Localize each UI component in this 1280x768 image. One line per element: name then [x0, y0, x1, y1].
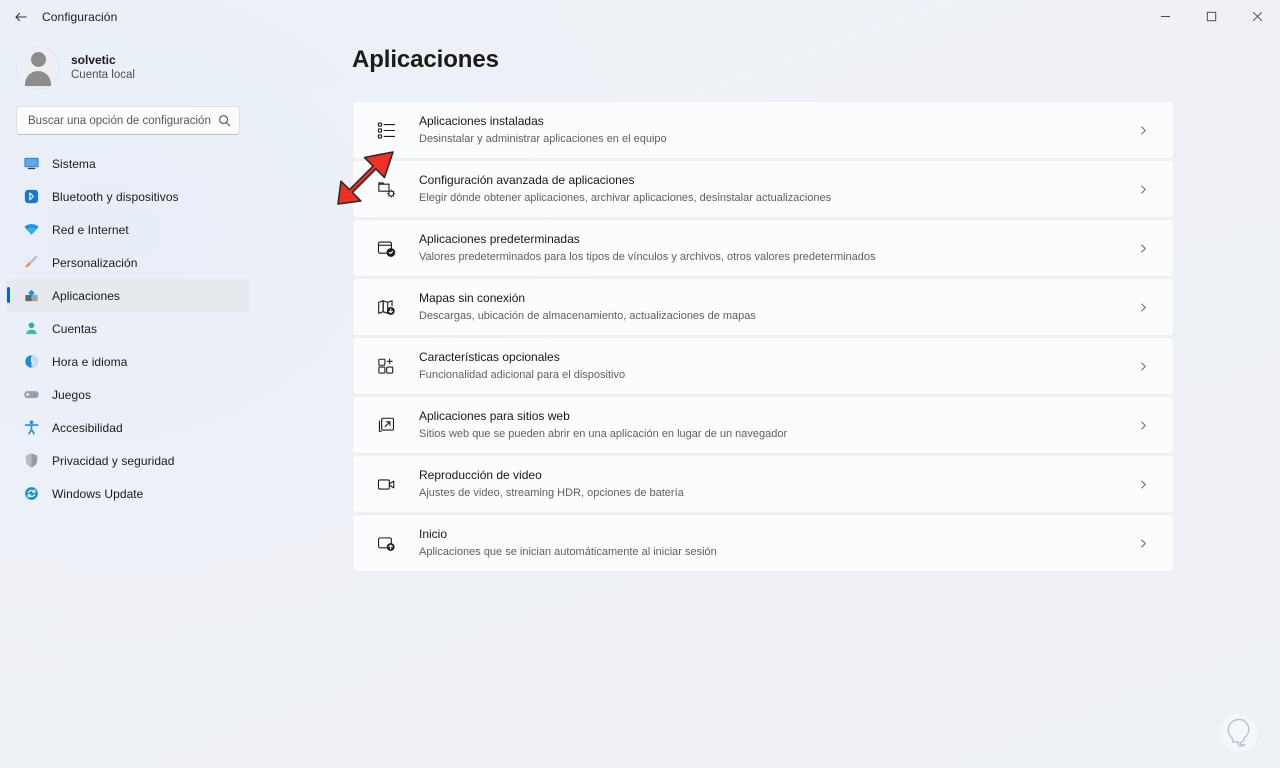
chevron-right-icon [1133, 179, 1153, 199]
sidebar-item-label: Personalización [52, 255, 138, 270]
sidebar-item-windows-update[interactable]: Windows Update [6, 477, 250, 510]
window-controls [1142, 0, 1280, 33]
avatar [16, 46, 60, 90]
default-apps-check-icon [375, 237, 397, 259]
close-icon [1252, 11, 1263, 22]
sidebar-item-accesibilidad[interactable]: Accesibilidad [6, 411, 250, 444]
settings-row-offline-maps[interactable]: Mapas sin conexión Descargas, ubicación … [352, 278, 1174, 336]
account-summary[interactable]: solvetic Cuenta local [0, 40, 256, 96]
search-icon[interactable] [218, 114, 231, 127]
sidebar-item-label: Bluetooth y dispositivos [52, 189, 179, 204]
sidebar-item-label: Red e Internet [52, 222, 129, 237]
sidebar-item-personalizacion[interactable]: Personalización [6, 246, 250, 279]
solvetic-lightbulb-logo [1216, 710, 1262, 756]
time-language-clock-icon [22, 353, 40, 371]
account-name: solvetic [71, 52, 116, 67]
settings-row-default-apps[interactable]: Aplicaciones predeterminadas Valores pre… [352, 219, 1174, 277]
row-title: Reproducción de video [419, 468, 542, 483]
row-title: Aplicaciones predeterminadas [419, 232, 580, 247]
offline-maps-icon [375, 296, 397, 318]
chevron-right-icon [1133, 297, 1153, 317]
settings-row-apps-for-websites[interactable]: Aplicaciones para sitios web Sitios web … [352, 396, 1174, 454]
sidebar-item-juegos[interactable]: Juegos [6, 378, 250, 411]
sidebar-item-hora-e-idioma[interactable]: Hora e idioma [6, 345, 250, 378]
advanced-app-settings-gear-icon [375, 178, 397, 200]
sidebar-item-label: Sistema [52, 156, 96, 171]
row-subtitle: Aplicaciones que se inician automáticame… [419, 545, 717, 558]
search-box[interactable] [16, 106, 240, 135]
chevron-right-icon [1133, 238, 1153, 258]
close-button[interactable] [1234, 0, 1280, 33]
accessibility-person-icon [22, 419, 40, 437]
gaming-controller-icon [22, 386, 40, 404]
sidebar-item-label: Privacidad y seguridad [52, 453, 175, 468]
maximize-button[interactable] [1188, 0, 1234, 33]
sidebar-item-red-e-internet[interactable]: Red e Internet [6, 213, 250, 246]
sidebar: solvetic Cuenta local Buscar una opción … [0, 33, 256, 768]
sidebar-item-label: Juegos [52, 387, 91, 402]
row-title: Aplicaciones para sitios web [419, 409, 570, 424]
account-subtitle: Cuenta local [71, 69, 135, 82]
optional-features-plus-icon [375, 355, 397, 377]
row-subtitle: Valores predeterminados para los tipos d… [419, 250, 876, 263]
settings-row-installed-apps[interactable]: Aplicaciones instaladas Desinstalar y ad… [352, 101, 1174, 159]
settings-row-optional-features[interactable]: Características opcionales Funcionalidad… [352, 337, 1174, 395]
video-playback-camera-icon [375, 473, 397, 495]
row-title: Aplicaciones instaladas [419, 114, 544, 129]
window-title: Configuración [42, 9, 118, 24]
minimize-button[interactable] [1142, 0, 1188, 33]
minimize-icon [1160, 11, 1171, 22]
chevron-right-icon [1133, 474, 1153, 494]
chevron-right-icon [1133, 120, 1153, 140]
sidebar-item-label: Windows Update [52, 486, 144, 501]
system-monitor-icon [22, 155, 40, 173]
accounts-person-icon [22, 320, 40, 338]
maximize-icon [1206, 11, 1217, 22]
personalization-brush-icon [22, 254, 40, 272]
settings-row-video-playback[interactable]: Reproducción de video Ajustes de video, … [352, 455, 1174, 513]
startup-apps-icon [375, 532, 397, 554]
row-subtitle: Funcionalidad adicional para el disposit… [419, 368, 626, 381]
row-title: Mapas sin conexión [419, 291, 526, 306]
settings-window: Configuración solvetic Cuenta local Busc… [0, 0, 1280, 768]
windows-update-refresh-icon [22, 485, 40, 503]
row-title: Configuración avanzada de aplicaciones [419, 173, 635, 188]
settings-list: Aplicaciones instaladas Desinstalar y ad… [352, 101, 1174, 572]
network-wifi-icon [22, 221, 40, 239]
sidebar-item-label: Cuentas [52, 321, 98, 336]
chevron-right-icon [1133, 356, 1153, 376]
row-subtitle: Desinstalar y administrar aplicaciones e… [419, 132, 667, 145]
settings-row-startup-apps[interactable]: Inicio Aplicaciones que se inician autom… [352, 514, 1174, 572]
installed-apps-list-icon [375, 119, 397, 141]
sidebar-item-bluetooth[interactable]: Bluetooth y dispositivos [6, 180, 250, 213]
sidebar-item-label: Accesibilidad [52, 420, 123, 435]
row-title: Inicio [419, 527, 448, 542]
apps-for-websites-icon [375, 414, 397, 436]
title-bar: Configuración [0, 0, 1280, 33]
row-title: Características opcionales [419, 350, 560, 365]
sidebar-item-label: Aplicaciones [52, 288, 120, 303]
page-title: Aplicaciones [352, 46, 499, 73]
row-subtitle: Ajustes de video, streaming HDR, opcione… [419, 486, 684, 499]
privacy-shield-icon [22, 452, 40, 470]
row-subtitle: Elegir dónde obtener aplicaciones, archi… [419, 191, 832, 204]
sidebar-item-sistema[interactable]: Sistema [6, 147, 250, 180]
back-button[interactable] [6, 2, 36, 32]
sidebar-item-privacidad-y-seguridad[interactable]: Privacidad y seguridad [6, 444, 250, 477]
sidebar-item-label: Hora e idioma [52, 354, 128, 369]
row-subtitle: Descargas, ubicación de almacenamiento, … [419, 309, 756, 322]
chevron-right-icon [1133, 415, 1153, 435]
sidebar-item-aplicaciones[interactable]: Aplicaciones [6, 279, 250, 312]
sidebar-item-cuentas[interactable]: Cuentas [6, 312, 250, 345]
row-subtitle: Sitios web que se pueden abrir en una ap… [419, 427, 788, 440]
search-input[interactable] [28, 114, 218, 127]
sidebar-nav: Sistema Bluetooth y dispositivos Red e I… [0, 147, 256, 510]
back-arrow-icon [13, 9, 29, 25]
settings-row-advanced-app-settings[interactable]: Configuración avanzada de aplicaciones E… [352, 160, 1174, 218]
main-content: Aplicaciones Aplicaciones instaladas Des… [256, 33, 1280, 768]
bluetooth-icon [22, 188, 40, 206]
apps-blocks-icon [22, 287, 40, 305]
chevron-right-icon [1133, 533, 1153, 553]
avatar-person-icon [16, 46, 60, 90]
